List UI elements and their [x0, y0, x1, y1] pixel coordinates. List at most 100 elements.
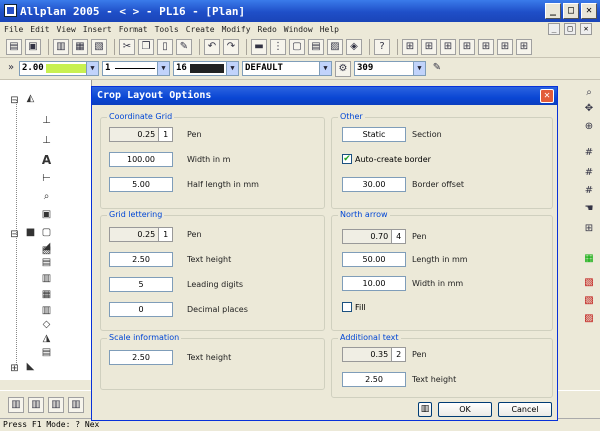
print-icon[interactable]: ▥ [418, 402, 432, 417]
hatch-grid-icon[interactable]: # [582, 184, 596, 198]
expand-collapse-icon[interactable]: ⊟ [8, 228, 21, 241]
maximize-button[interactable]: □ [563, 3, 579, 19]
fill-checkbox[interactable] [342, 302, 352, 312]
width-in-m-input[interactable]: 100.00 [109, 152, 173, 167]
plot-icon[interactable]: ▧ [91, 38, 107, 55]
menu-insert[interactable]: Insert [83, 25, 112, 34]
magnify-icon[interactable]: ⊕ [582, 120, 596, 134]
paste-icon[interactable]: ▯ [157, 38, 173, 55]
chinese-tool-3-icon[interactable]: ⊞ [440, 38, 456, 55]
cut-icon[interactable]: ✂ [119, 38, 135, 55]
text-height-input[interactable]: 2.50 [109, 252, 173, 267]
menu-tools[interactable]: Tools [155, 25, 179, 34]
leading-digits-input[interactable]: 5 [109, 277, 173, 292]
border-offset-input[interactable]: 30.00 [342, 177, 406, 192]
pen-thickness-select[interactable]: 2.00 ▼ [19, 61, 99, 76]
menu-format[interactable]: Format [119, 25, 148, 34]
cancel-button[interactable]: Cancel [498, 402, 552, 417]
format-painter-icon[interactable]: ✎ [176, 38, 192, 55]
zoom-icon[interactable]: ⌕ [40, 190, 53, 203]
image-icon[interactable]: ▨ [327, 38, 343, 55]
menu-help[interactable]: Help [320, 25, 339, 34]
help-pointer-icon[interactable]: ? [374, 38, 390, 55]
document-red-icon[interactable]: ▧ [582, 276, 596, 290]
grid-icon[interactable]: ▦ [40, 288, 53, 301]
length-in-mm-input[interactable]: 50.00 [342, 252, 406, 267]
line-tool-icon[interactable]: ⊥ [40, 114, 53, 127]
layer-select[interactable]: DEFAULT ▼ [242, 61, 332, 76]
chinese-tool-2-icon[interactable]: ⊞ [421, 38, 437, 55]
point-grid-icon[interactable]: ⊞ [582, 222, 596, 236]
copy-icon[interactable]: ❐ [138, 38, 154, 55]
plan-layout-icon[interactable]: ▢ [40, 226, 53, 239]
save-icon[interactable]: ▣ [25, 38, 41, 55]
coordinate-grid-pen-field[interactable]: 0.25 1 [109, 127, 173, 142]
bottom-tool-icon[interactable]: ▥ [48, 397, 64, 413]
chinese-tool-7-icon[interactable]: ⊞ [516, 38, 532, 55]
pan-icon[interactable]: ✥ [582, 102, 596, 116]
drawing-files-icon[interactable]: ▢ [289, 38, 305, 55]
chinese-tool-1-icon[interactable]: ⊞ [402, 38, 418, 55]
surface-icon[interactable]: ▤ [40, 256, 53, 269]
zoom-icon[interactable]: ⌕ [582, 86, 596, 100]
3d-module-icon[interactable]: ■ [24, 226, 37, 239]
lock-icon[interactable]: ◮ [40, 332, 53, 345]
additional-text-pen-field[interactable]: 0.35 2 [342, 347, 406, 362]
report-icon[interactable]: ▤ [40, 346, 53, 359]
bottom-tool-icon[interactable]: ▥ [68, 397, 84, 413]
doc-minimize-button[interactable]: _ [548, 23, 560, 35]
hand-icon[interactable]: ☚ [582, 202, 596, 216]
dialog-close-button[interactable]: ✕ [540, 89, 554, 103]
solid-icon[interactable]: ◢ [40, 240, 53, 253]
plan-icon[interactable]: ▤ [308, 38, 324, 55]
doc-restore-button[interactable]: □ [564, 23, 576, 35]
bottom-tool-icon[interactable]: ▥ [8, 397, 24, 413]
fill-row[interactable]: Fill [342, 302, 366, 312]
line-type-select[interactable]: 1 ▼ [102, 61, 170, 76]
layer-icon[interactable]: ▬ [251, 38, 267, 55]
half-length-input[interactable]: 5.00 [109, 177, 173, 192]
document-edit-icon[interactable]: ▧ [582, 294, 596, 308]
auto-create-border-checkbox[interactable]: ✔ [342, 154, 352, 164]
color-select[interactable]: 16 ▼ [173, 61, 239, 76]
block-icon[interactable]: ▥ [40, 272, 53, 285]
ortho-grid-icon[interactable]: # [582, 166, 596, 180]
snap-grid-icon[interactable]: # [582, 146, 596, 160]
doc-close-button[interactable]: ✕ [580, 23, 592, 35]
chinese-tool-4-icon[interactable]: ⊞ [459, 38, 475, 55]
dimension-line-icon[interactable]: ⊢ [40, 172, 53, 185]
north-arrow-pen-field[interactable]: 0.70 4 [342, 229, 406, 244]
undo-icon[interactable]: ↶ [204, 38, 220, 55]
menu-edit[interactable]: Edit [30, 25, 49, 34]
drafting-module-icon[interactable]: ◭ [24, 92, 37, 105]
cube-icon[interactable]: ◈ [346, 38, 362, 55]
expand-collapse-icon[interactable]: ⊟ [8, 94, 21, 107]
document-delete-icon[interactable]: ▨ [582, 312, 596, 326]
menu-view[interactable]: View [57, 25, 76, 34]
width-in-mm-input[interactable]: 10.00 [342, 276, 406, 291]
properties-icon[interactable]: ⋮ [270, 38, 286, 55]
table-icon[interactable]: ▥ [40, 304, 53, 317]
minimize-button[interactable]: _ [545, 3, 561, 19]
hatch-select[interactable]: 309 ▼ [354, 61, 426, 76]
ok-button[interactable]: OK [438, 402, 492, 417]
calculator-icon[interactable]: ▦ [582, 252, 596, 266]
grid-lettering-pen-field[interactable]: 0.25 1 [109, 227, 173, 242]
open-icon[interactable]: ▤ [6, 38, 22, 55]
chinese-tool-6-icon[interactable]: ⊞ [497, 38, 513, 55]
menu-create[interactable]: Create [186, 25, 215, 34]
redo-icon[interactable]: ↷ [223, 38, 239, 55]
layout-icon[interactable]: ▣ [40, 208, 53, 221]
expand-collapse-icon[interactable]: ⊞ [8, 362, 21, 375]
layer-settings-icon[interactable]: ⚙ [335, 60, 351, 77]
auto-create-border-row[interactable]: ✔ Auto-create border [342, 154, 431, 164]
scale-text-height-input[interactable]: 2.50 [109, 350, 173, 365]
pen-tool-icon[interactable]: ✎ [429, 61, 445, 77]
close-window-button[interactable]: ✕ [581, 3, 597, 19]
additional-text-height-input[interactable]: 2.50 [342, 372, 406, 387]
decimal-places-input[interactable]: 0 [109, 302, 173, 317]
architecture-module-icon[interactable]: ◣ [24, 360, 37, 373]
print-preview-icon[interactable]: ▦ [72, 38, 88, 55]
text-icon[interactable]: A [40, 154, 53, 167]
print-icon[interactable]: ▥ [53, 38, 69, 55]
